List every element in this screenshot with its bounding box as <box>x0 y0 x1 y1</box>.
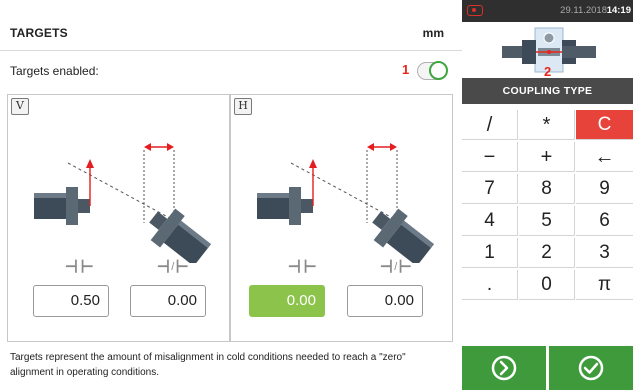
offset-symbol-icon: ━┫┣━ <box>289 261 316 273</box>
callout-1: 1 <box>402 62 410 77</box>
vertical-offset-field[interactable]: 0.50 <box>33 285 109 317</box>
key-7[interactable]: 7 <box>462 174 518 204</box>
misalignment-illustration <box>257 143 434 263</box>
key-8[interactable]: 8 <box>519 174 575 204</box>
status-time: 14:19 <box>606 5 631 16</box>
key-9[interactable]: 9 <box>576 174 633 204</box>
targets-enabled-toggle[interactable] <box>417 61 448 80</box>
misalignment-illustration <box>34 143 211 263</box>
arrow-circle-right-icon <box>491 355 517 381</box>
angle-symbol-icon: ━┫/┣━ <box>381 261 411 273</box>
key-5[interactable]: 5 <box>519 206 575 236</box>
horizontal-targets-panel: H ━┫┣━ ━┫/┣━ 0.00 0.00 <box>230 94 453 342</box>
toggle-knob[interactable] <box>429 61 448 80</box>
targets-enabled-label: Targets enabled: <box>10 64 99 78</box>
status-date: 29.11.2018 <box>560 5 607 16</box>
key-clear[interactable]: C <box>576 110 633 140</box>
key-pi[interactable]: π <box>576 270 633 300</box>
left-shaft-icon <box>34 187 90 225</box>
sensor-status-icon <box>467 5 483 16</box>
key-6[interactable]: 6 <box>576 206 633 236</box>
left-shaft-icon <box>257 187 313 225</box>
key-minus[interactable]: − <box>462 142 518 172</box>
key-decimal[interactable]: . <box>462 270 518 300</box>
status-bar: 29.11.2018 14:19 <box>462 0 633 22</box>
unit-label: mm <box>422 26 444 40</box>
key-2[interactable]: 2 <box>519 238 575 268</box>
checkmark-circle-icon <box>578 355 604 381</box>
key-1[interactable]: 1 <box>462 238 518 268</box>
key-0[interactable]: 0 <box>519 270 575 300</box>
confirm-button[interactable] <box>549 346 633 390</box>
next-button[interactable] <box>462 346 546 390</box>
page-title: TARGETS <box>10 26 68 40</box>
targets-footnote: Targets represent the amount of misalign… <box>10 352 406 378</box>
horizontal-angle-field[interactable]: 0.00 <box>347 285 423 317</box>
key-divide[interactable]: / <box>462 110 518 140</box>
vertical-targets-panel: V ━┫┣━ ━┫/┣━ 0.50 0.00 <box>7 94 230 342</box>
key-backspace[interactable]: ← <box>576 142 633 172</box>
key-4[interactable]: 4 <box>462 206 518 236</box>
callout-2: 2 <box>544 64 552 79</box>
angle-symbol-icon: ━┫/┣━ <box>158 261 188 273</box>
coupling-type-label[interactable]: COUPLING TYPE <box>462 78 633 104</box>
keypad-sidebar: 29.11.2018 14:19 2 COUPLING TYPE / * C −… <box>462 0 633 390</box>
horizontal-offset-field[interactable]: 0.00 <box>249 285 325 317</box>
header-divider <box>0 50 462 51</box>
right-shaft-icon <box>372 208 434 263</box>
key-plus[interactable]: + <box>519 142 575 172</box>
vertical-angle-field[interactable]: 0.00 <box>130 285 206 317</box>
right-shaft-icon <box>149 208 211 263</box>
offset-symbol-icon: ━┫┣━ <box>66 261 93 273</box>
key-3[interactable]: 3 <box>576 238 633 268</box>
targets-screen: TARGETS mm Targets enabled: 1 V ━┫┣━ ━┫/… <box>0 0 462 390</box>
key-multiply[interactable]: * <box>519 110 575 140</box>
